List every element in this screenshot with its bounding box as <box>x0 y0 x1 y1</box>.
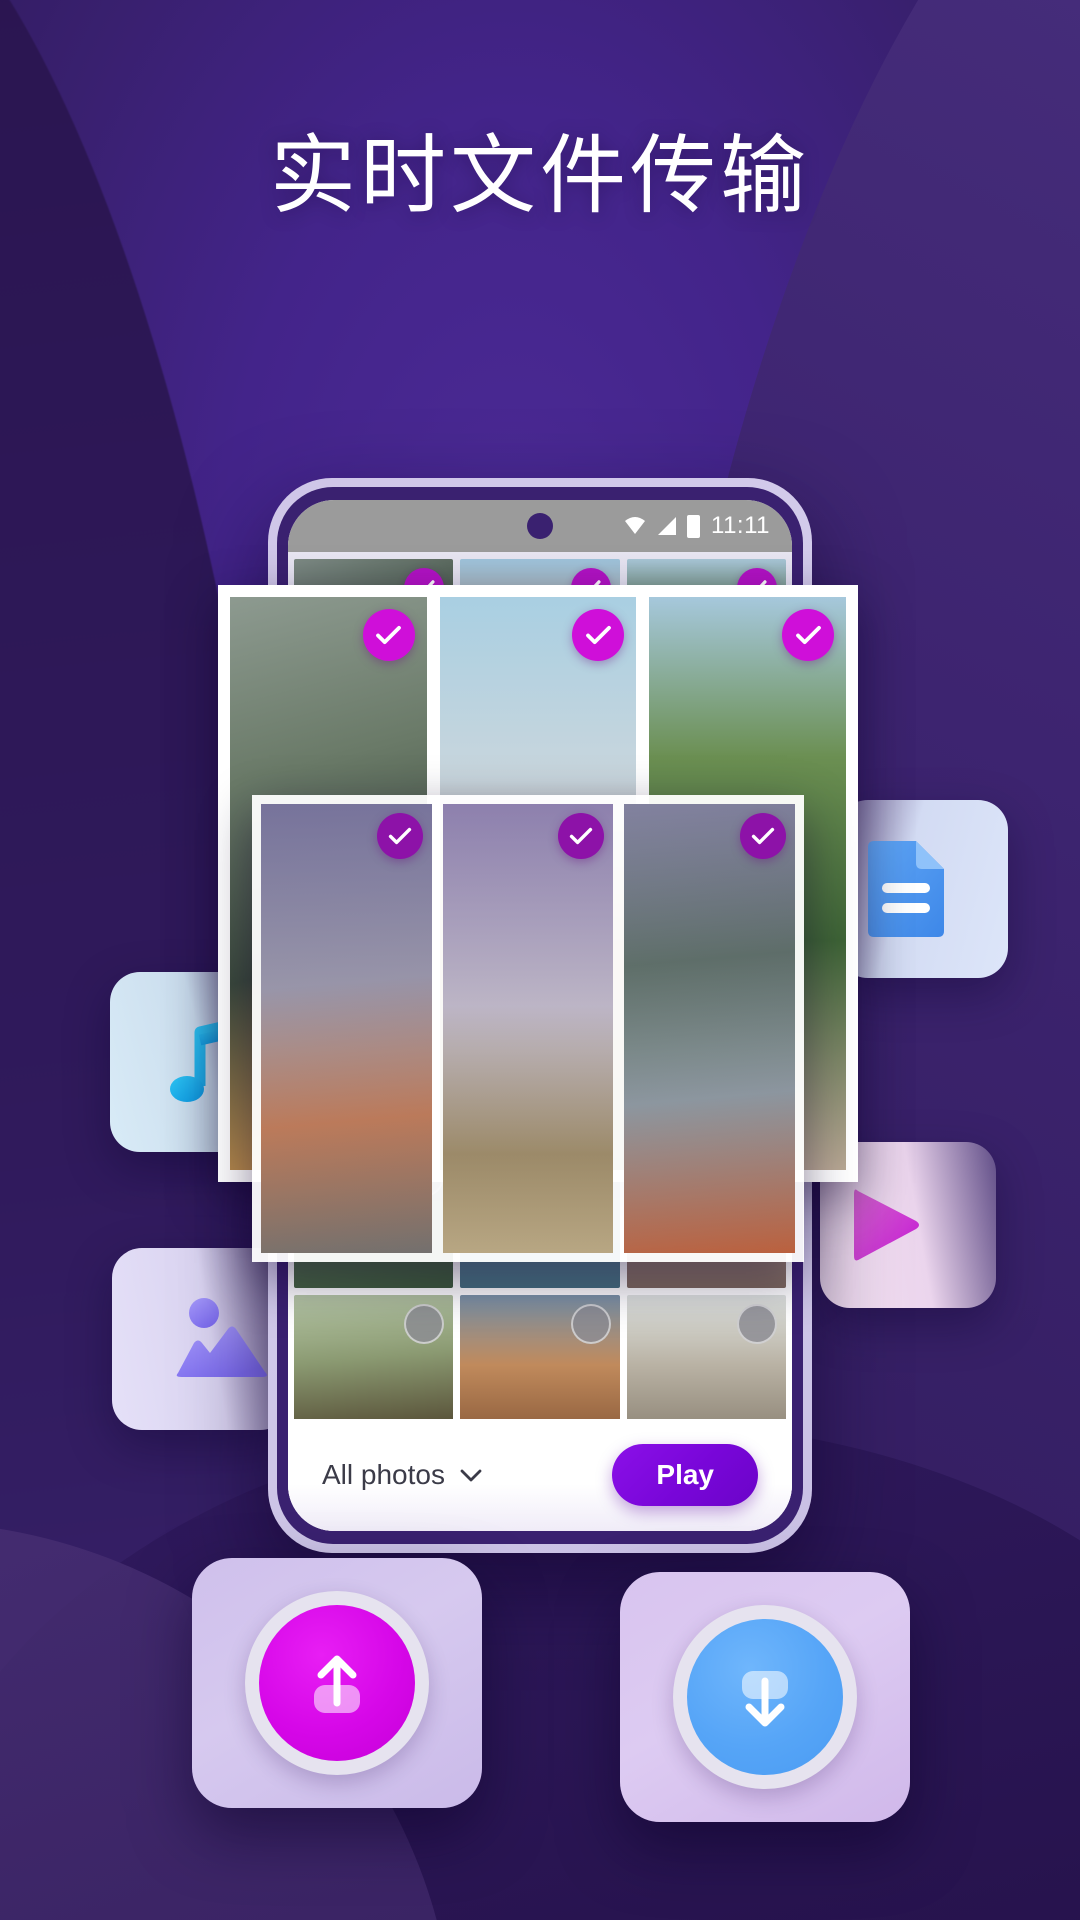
selection-badge[interactable] <box>362 609 415 661</box>
check-icon <box>376 625 402 645</box>
wifi-icon <box>625 517 645 534</box>
signal-icon <box>658 517 676 535</box>
selected-photo-cell[interactable] <box>261 804 432 1253</box>
selected-photos-card-row2 <box>252 795 804 1262</box>
selection-badge[interactable] <box>376 813 423 859</box>
selection-badge[interactable] <box>740 813 787 859</box>
battery-icon <box>687 514 700 538</box>
image-icon <box>176 1298 267 1377</box>
send-button[interactable] <box>192 1558 482 1808</box>
file-card-image[interactable] <box>112 1248 290 1430</box>
selection-badge[interactable] <box>570 1304 611 1345</box>
selected-photo-cell[interactable] <box>624 804 796 1253</box>
selection-badge[interactable] <box>782 609 835 661</box>
status-bar: 11:11 <box>288 500 792 552</box>
all-photos-label: All photos <box>322 1459 445 1490</box>
check-icon <box>795 625 821 645</box>
send-button-knob <box>259 1605 415 1761</box>
check-icon <box>585 625 611 645</box>
status-bar-indicators: 11:11 <box>623 512 770 540</box>
photo-cell[interactable] <box>460 1295 620 1436</box>
camera-dot-icon <box>527 513 553 539</box>
receive-button[interactable] <box>620 1572 910 1822</box>
check-icon <box>751 827 775 845</box>
photo-cell[interactable] <box>626 1295 786 1436</box>
page-title: 实时文件传输 <box>270 128 810 224</box>
receive-button-ring <box>673 1605 857 1789</box>
selection-badge[interactable] <box>736 1304 777 1345</box>
selected-photo-cell[interactable] <box>442 804 614 1253</box>
all-photos-filter[interactable]: All photos <box>322 1459 482 1491</box>
check-icon <box>388 827 411 845</box>
selected-photo-row <box>261 804 796 1253</box>
receive-button-knob <box>687 1619 843 1775</box>
status-bar-time: 11:11 <box>711 512 770 539</box>
file-card-document[interactable] <box>838 800 1008 978</box>
send-button-ring <box>245 1591 429 1775</box>
video-play-icon <box>854 1189 919 1261</box>
upload-arrow-icon <box>314 1655 360 1713</box>
play-button[interactable]: Play <box>612 1444 758 1506</box>
download-arrow-icon <box>742 1671 788 1727</box>
photo-thumbnail <box>261 804 432 1253</box>
check-icon <box>570 827 593 845</box>
document-icon <box>868 841 944 937</box>
photo-thumbnail <box>442 804 614 1253</box>
chevron-down-icon <box>460 1469 482 1481</box>
photo-thumbnail <box>624 804 796 1253</box>
photo-bottom-bar: All photos Play <box>288 1419 792 1531</box>
selection-badge[interactable] <box>572 609 625 661</box>
photo-cell[interactable] <box>294 1295 454 1436</box>
